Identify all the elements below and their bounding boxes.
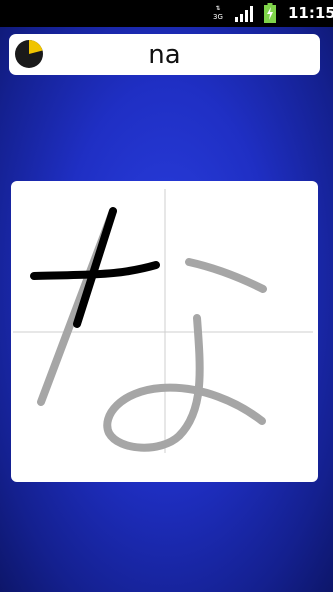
status-clock: 11:15 — [288, 4, 333, 22]
header-card: na — [9, 34, 320, 75]
stroke-guide-svg — [13, 189, 313, 453]
signal-strength-icon — [235, 6, 253, 22]
drawing-canvas[interactable] — [11, 181, 318, 482]
status-bar: ⇅ 3G 11:15 — [0, 0, 333, 27]
kana-romaji-label: na — [148, 40, 181, 70]
battery-charging-icon — [264, 3, 276, 23]
network-type-indicator: ⇅ 3G — [213, 5, 223, 21]
guide-stroke-4 — [103, 314, 266, 452]
drawn-stroke-2 — [73, 207, 117, 328]
guide-stroke-3 — [185, 258, 267, 293]
